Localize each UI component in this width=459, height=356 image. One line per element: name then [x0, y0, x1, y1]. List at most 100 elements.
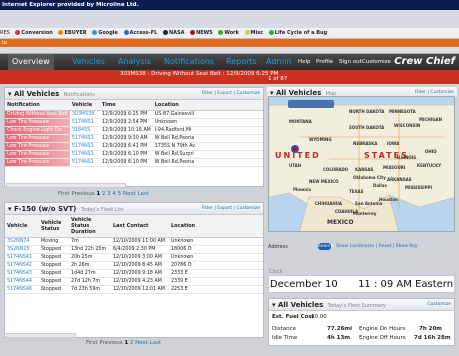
map-label: ILLINOIS — [397, 155, 417, 160]
notifications-scrollbar[interactable] — [6, 183, 126, 188]
notifications-subtitle: Notifications — [63, 92, 95, 98]
pager-first[interactable]: First — [86, 340, 98, 346]
pager-last[interactable]: Last — [137, 191, 148, 197]
table-row[interactable]: 3S2NN74 Moving 7m 12/10/2009 11:00 AM Unknow… — [5, 237, 263, 246]
table-row[interactable]: Low Tire Pressure 5174NS1 12/9/2009 2:54 P… — [5, 118, 263, 127]
table-cell[interactable]: 5174NS1 — [69, 118, 100, 127]
fleet-links[interactable]: Filter | Export | Customize — [202, 203, 260, 215]
table-cell[interactable]: 3S2NN74 — [5, 237, 39, 246]
tab-notifications[interactable]: Notifications — [164, 54, 214, 70]
clock-time: 11 : 09 AM Eastern — [358, 279, 454, 290]
table-cell[interactable]: 5174NS1 — [69, 150, 100, 159]
table-cell[interactable]: 5174NS43 — [5, 269, 39, 278]
table-cell[interactable]: 5174NS41 — [5, 253, 39, 262]
sign-out-link[interactable]: Sign out — [339, 54, 362, 70]
table-cell[interactable]: 5174NS1 — [69, 134, 100, 143]
map-label: ARKANSAS — [387, 177, 412, 182]
col-time[interactable]: Time — [99, 100, 153, 111]
table-row[interactable]: Check Engine Light On 3184SS 12/9/2009 10:… — [5, 126, 263, 135]
profile-link[interactable]: Profile — [316, 54, 333, 70]
fleet-scrollbar[interactable] — [6, 333, 76, 338]
table-row[interactable]: Low Tire Pressure 5174NS1 12/9/2009 6:10 P… — [5, 150, 263, 159]
favorite-ebuyer[interactable]: EBUYER — [58, 30, 87, 36]
pager-page-4[interactable]: 4 — [112, 191, 116, 197]
favorite-google[interactable]: Google — [92, 30, 118, 36]
table-row[interactable]: Low Tire Pressure 5174NS1 12/9/2009 6:41 P… — [5, 142, 263, 151]
search-button[interactable]: Search — [318, 243, 333, 250]
table-cell[interactable]: 5174NS1 — [69, 158, 100, 167]
collapse-icon[interactable]: ▾ — [272, 301, 276, 309]
favorite-work[interactable]: Work — [218, 30, 239, 36]
table-row[interactable]: Driving Without Seat Belt 303MS38 12/9/200… — [5, 110, 263, 119]
pager-first[interactable]: First — [58, 191, 70, 197]
table-cell[interactable]: 5174NS1 — [69, 142, 100, 151]
table-cell[interactable]: 303MS38 — [69, 110, 100, 119]
table-cell: 1735S N 79th Av — [152, 142, 263, 151]
favorite-conversion[interactable]: Conversion — [15, 30, 53, 36]
col-location[interactable]: Location — [169, 215, 263, 238]
pager-previous[interactable]: Previous — [71, 191, 94, 197]
col-vehicle[interactable]: Vehicle — [5, 215, 39, 238]
collapse-icon[interactable]: ▾ — [8, 205, 12, 213]
table-row[interactable]: 5174NS46 Stopped 7d 23h 59m 12/10/2009 12:0… — [5, 285, 263, 294]
table-cell[interactable]: 5174NS44 — [5, 277, 39, 286]
table-row[interactable]: Low Tire Pressure 5174NS1 12/9/2009 9:30 A… — [5, 134, 263, 143]
collapse-icon[interactable]: ▾ — [8, 90, 12, 98]
pager-page-3[interactable]: 3 — [107, 191, 111, 197]
col-last-contact[interactable]: Last Contact — [111, 215, 169, 238]
favorite-misc[interactable]: Misc — [244, 30, 263, 36]
table-cell[interactable]: 3184SS — [69, 126, 100, 135]
table-row[interactable]: 5174NS43 Stopped 1d4d 27m 12/10/2009 9:18 A… — [5, 269, 263, 278]
table-cell[interactable]: 3S2NN15 — [5, 245, 39, 254]
help-link[interactable]: Help — [298, 54, 311, 70]
pager-next[interactable]: Next — [123, 191, 136, 197]
pager-page-2[interactable]: 2 — [130, 340, 134, 346]
pager-previous[interactable]: Previous — [99, 340, 122, 346]
map-type-control[interactable] — [288, 100, 334, 108]
notifications-links[interactable]: Filter | Export | Customize — [202, 88, 260, 100]
alert-bar[interactable]: 303MS38 : Driving Without Seat Belt : 12… — [0, 70, 459, 84]
map-view[interactable]: MONTANA NORTH DAKOTA MINNESOTA SOUTH DAK… — [268, 96, 455, 232]
favorite-news[interactable]: NEWS — [190, 30, 213, 36]
tab-reports[interactable]: Reports — [226, 54, 257, 70]
alert-message: 303MS38 : Driving Without Seat Belt : 12… — [120, 71, 279, 77]
favorites-bar: RES Conversion EBUYER Google Access-FL N… — [0, 28, 459, 39]
col-status-duration[interactable]: Vehicle Status Duration — [69, 215, 111, 238]
map-bottom-links[interactable]: Show Landmarks | Reset | Show Key — [336, 244, 418, 249]
pager-last[interactable]: Last — [150, 340, 161, 346]
favorite-nasa[interactable]: NASA — [162, 30, 184, 36]
col-vehicle[interactable]: Vehicle — [69, 100, 100, 111]
pager-page-1[interactable]: 1 — [124, 340, 128, 346]
browser-tab[interactable]: te — [0, 39, 459, 47]
pager-page-1[interactable]: 1 — [96, 191, 100, 197]
table-row[interactable]: 5174NS44 Stopped 27d 12h 7m 12/10/2009 4:23… — [5, 277, 263, 286]
table-row[interactable]: 5174NS41 Stopped 20h 25m 12/10/2009 3:00 AM… — [5, 253, 263, 262]
table-row[interactable]: 5174NS42 Stopped 2h 26m 12/10/2009 8:45 AM 2… — [5, 261, 263, 270]
table-cell: Unknown — [152, 118, 263, 127]
favorite-res[interactable]: RES — [0, 30, 10, 36]
col-vehicle-status[interactable]: Vehicle Status — [39, 215, 69, 238]
table-row[interactable]: 3S2NN15 Stopped 13hd 22h 20m 6/4/2009 2:30 … — [5, 245, 263, 254]
customize-link[interactable]: Customize — [362, 54, 391, 70]
tab-vehicles[interactable]: Vehicles — [72, 54, 105, 70]
tab-analysis[interactable]: Analysis — [118, 54, 151, 70]
col-notification[interactable]: Notification — [5, 100, 70, 111]
table-cell: 12/9/2009 6:10 PM — [99, 150, 153, 159]
col-location[interactable]: Location — [152, 100, 263, 111]
table-cell: 12/10/2009 12:01 AM — [111, 285, 169, 294]
favorite-life-cycle[interactable]: Life Cycle of a Bug — [268, 30, 327, 36]
table-row[interactable]: Low Tire Pressure 5174NS1 12/9/2009 6:10 P… — [5, 158, 263, 167]
table-cell[interactable]: 5174NS46 — [5, 285, 39, 294]
pager-page-5[interactable]: 5 — [118, 191, 122, 197]
tab-overview[interactable]: Overview — [8, 54, 54, 70]
table-cell[interactable]: 5174NS42 — [5, 261, 39, 270]
summary-links[interactable]: Customize — [427, 299, 451, 311]
table-cell: 13hd 22h 20m — [69, 245, 111, 254]
map-label: CHIHUAHUA — [315, 201, 342, 206]
tab-admin[interactable]: Admin — [266, 54, 292, 70]
pager-next[interactable]: Next — [135, 340, 148, 346]
pager-page-2[interactable]: 2 — [102, 191, 106, 197]
map-label: WYOMING — [309, 137, 332, 142]
table-cell: 7m — [69, 237, 111, 246]
favorite-access-fl[interactable]: Access-FL — [123, 30, 157, 36]
